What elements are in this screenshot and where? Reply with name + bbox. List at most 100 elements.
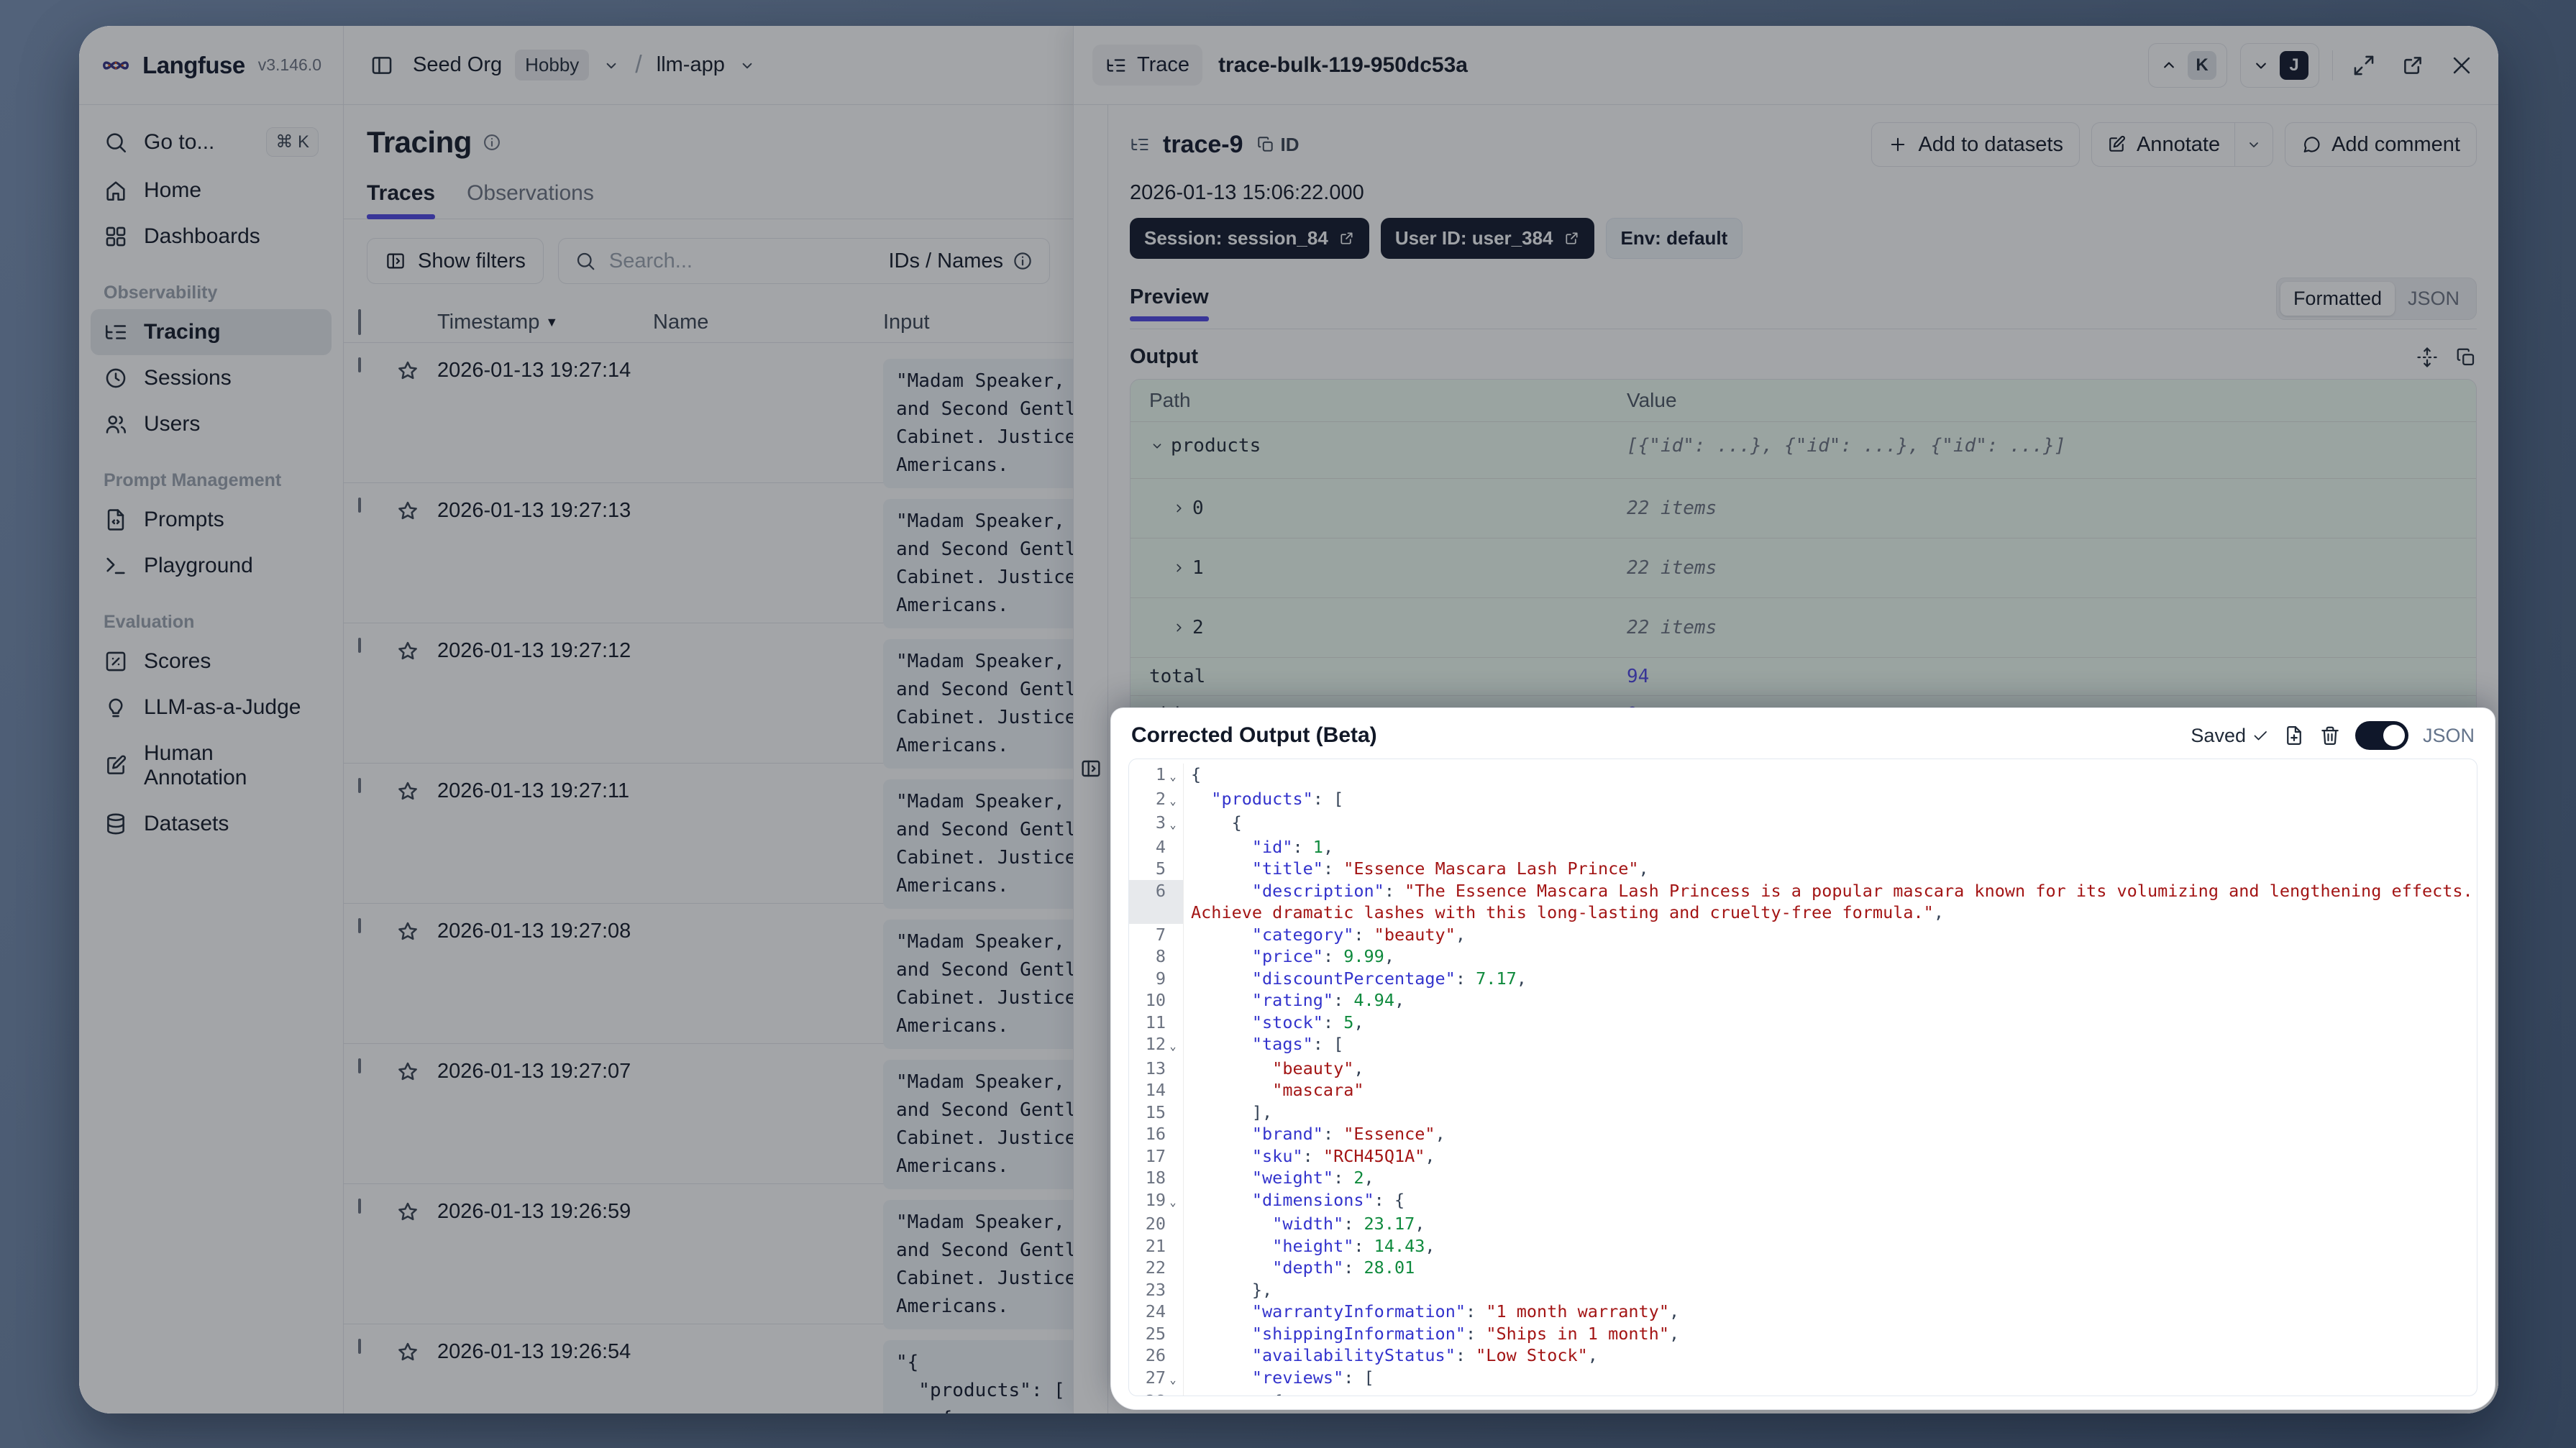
editor-line[interactable]: 20 "width": 23.17, xyxy=(1129,1213,2477,1235)
editor-line[interactable]: 27 ⌄ "reviews": [ xyxy=(1129,1366,2477,1390)
row-checkbox[interactable] xyxy=(358,1058,361,1073)
editor-gutter[interactable]: 28⌄ xyxy=(1129,1390,1184,1396)
sidebar-item-playground[interactable]: Playground xyxy=(91,543,332,589)
editor-line[interactable]: 28⌄ { xyxy=(1129,1390,2477,1396)
tab-observations[interactable]: Observations xyxy=(467,181,594,219)
editor-line[interactable]: 26 "availabilityStatus": "Low Stock", xyxy=(1129,1344,2477,1367)
editor-line[interactable]: 13 "beauty", xyxy=(1129,1057,2477,1079)
editor-line[interactable]: 16 "brand": "Essence", xyxy=(1129,1123,2477,1145)
editor-line[interactable]: 24 "warrantyInformation": "1 month warra… xyxy=(1129,1301,2477,1323)
format-formatted-option[interactable]: Formatted xyxy=(2280,282,2395,316)
expand-view-button[interactable] xyxy=(2346,47,2382,83)
row-checkbox[interactable] xyxy=(358,1339,361,1354)
unfold-vertical-icon[interactable] xyxy=(2416,347,2438,368)
editor-line[interactable]: 4 "id": 1, xyxy=(1129,835,2477,858)
sidebar-item-tracing[interactable]: Tracing xyxy=(91,309,332,355)
editor-line[interactable]: 15 ], xyxy=(1129,1101,2477,1123)
input-column-header[interactable]: Input xyxy=(883,311,1073,334)
fold-chevron-icon[interactable]: ⌄ xyxy=(1166,1390,1180,1396)
org-chevron-down-icon[interactable] xyxy=(602,56,621,75)
project-name[interactable]: llm-app xyxy=(657,53,725,77)
editor-line[interactable]: 3 ⌄ { xyxy=(1129,812,2477,836)
name-column-header[interactable]: Name xyxy=(653,311,883,334)
copy-icon[interactable] xyxy=(2455,347,2477,368)
editor-line[interactable]: 17 "sku": "RCH45Q1A", xyxy=(1129,1145,2477,1167)
row-checkbox[interactable] xyxy=(358,1199,361,1214)
output-path[interactable]: products xyxy=(1149,435,1627,457)
sidebar-item-sessions[interactable]: Sessions xyxy=(91,355,332,401)
editor-line[interactable]: 5 "title": "Essence Mascara Lash Prince"… xyxy=(1129,858,2477,880)
org-name[interactable]: Seed Org xyxy=(413,53,502,77)
star-icon[interactable] xyxy=(396,499,420,523)
sidebar-item-llm-as-a-judge[interactable]: LLM-as-a-Judge xyxy=(91,684,332,730)
editor-line[interactable]: 9 "discountPercentage": 7.17, xyxy=(1129,967,2477,989)
search-input[interactable]: Search... IDs / Names xyxy=(557,238,1050,284)
editor-line[interactable]: 10 "rating": 4.94, xyxy=(1129,989,2477,1012)
trace-table-row[interactable]: 2026-01-13 19:27:13 "Madam Speaker, Mada… xyxy=(344,483,1073,681)
project-chevron-down-icon[interactable] xyxy=(738,56,757,75)
editor-line[interactable]: 21 "height": 14.43, xyxy=(1129,1234,2477,1257)
sidebar-item-scores[interactable]: Scores xyxy=(91,638,332,684)
editor-line[interactable]: 14 "mascara" xyxy=(1129,1079,2477,1101)
editor-gutter[interactable]: 2 ⌄ xyxy=(1129,787,1184,812)
editor-line[interactable]: 8 "price": 9.99, xyxy=(1129,945,2477,968)
row-checkbox[interactable] xyxy=(358,638,361,653)
star-icon[interactable] xyxy=(396,1340,420,1365)
editor-gutter[interactable]: 27 ⌄ xyxy=(1129,1366,1184,1390)
editor-line[interactable]: 12 ⌄ "tags": [ xyxy=(1129,1033,2477,1058)
editor-line[interactable]: 22 "depth": 28.01 xyxy=(1129,1257,2477,1279)
editor-line[interactable]: 18 "weight": 2, xyxy=(1129,1167,2477,1189)
search-mode-select[interactable]: IDs / Names xyxy=(888,249,1033,273)
select-all-checkbox[interactable] xyxy=(358,309,361,335)
add-comment-button[interactable]: Add comment xyxy=(2285,122,2477,167)
fold-chevron-icon[interactable]: ⌄ xyxy=(1166,1033,1180,1058)
star-icon[interactable] xyxy=(396,920,420,944)
sidebar-item-datasets[interactable]: Datasets xyxy=(91,801,332,847)
row-checkbox[interactable] xyxy=(358,498,361,513)
sidebar-item-human-annotation[interactable]: Human Annotation xyxy=(91,730,332,801)
editor-line[interactable]: 2 ⌄ "products": [ xyxy=(1129,787,2477,812)
tab-traces[interactable]: Traces xyxy=(367,181,436,219)
goto-search[interactable]: Go to... ⌘ K xyxy=(91,116,332,168)
fold-chevron-icon[interactable]: ⌄ xyxy=(1166,1189,1180,1214)
row-checkbox[interactable] xyxy=(358,357,361,372)
row-checkbox[interactable] xyxy=(358,918,361,933)
timestamp-column-header[interactable]: Timestamp xyxy=(437,311,539,334)
trace-table-row[interactable]: 2026-01-13 19:26:59 "Madam Speaker, Mada… xyxy=(344,1184,1073,1382)
editor-line[interactable]: 1 ⌄ { xyxy=(1129,764,2477,788)
fold-chevron-icon[interactable]: ⌄ xyxy=(1166,812,1180,836)
star-icon[interactable] xyxy=(396,1060,420,1084)
sidebar-item-dashboards[interactable]: Dashboards xyxy=(91,214,332,260)
show-filters-button[interactable]: Show filters xyxy=(367,238,544,284)
editor-line[interactable]: 11 "stock": 5, xyxy=(1129,1011,2477,1033)
editor-line[interactable]: 23 }, xyxy=(1129,1278,2477,1301)
editor-line[interactable]: 25 "shippingInformation": "Ships in 1 mo… xyxy=(1129,1322,2477,1344)
editor-gutter[interactable]: 12 ⌄ xyxy=(1129,1033,1184,1058)
output-row-2[interactable]: 2 22 items xyxy=(1131,598,2476,658)
star-icon[interactable] xyxy=(396,1200,420,1224)
trace-table-row[interactable]: 2026-01-13 19:27:07 "Madam Speaker, Mada… xyxy=(344,1044,1073,1242)
fold-chevron-icon[interactable]: ⌄ xyxy=(1166,788,1180,812)
editor-gutter[interactable]: 19 ⌄ xyxy=(1129,1188,1184,1214)
fold-chevron-icon[interactable]: ⌄ xyxy=(1166,764,1180,788)
star-icon[interactable] xyxy=(396,359,420,383)
open-tree-panel-button[interactable] xyxy=(1079,124,1102,1413)
sidebar-item-users[interactable]: Users xyxy=(91,401,332,447)
output-row-1[interactable]: 1 22 items xyxy=(1131,539,2476,598)
output-row-products[interactable]: products [{"id": ...}, {"id": ...}, {"id"… xyxy=(1131,422,2476,479)
open-in-new-button[interactable] xyxy=(2395,47,2431,83)
output-row-0[interactable]: 0 22 items xyxy=(1131,479,2476,539)
trace-badge[interactable]: Session: session_84 xyxy=(1130,218,1369,259)
format-json-option[interactable]: JSON xyxy=(2395,282,2472,316)
add-to-datasets-button[interactable]: Add to datasets xyxy=(1871,122,2080,167)
collapse-sidebar-button[interactable] xyxy=(364,47,400,83)
trash-icon[interactable] xyxy=(2319,725,2341,746)
trace-table-row[interactable]: 2026-01-13 19:27:14 "Madam Speaker, Mada… xyxy=(344,343,1073,541)
trace-table-row[interactable]: 2026-01-13 19:27:12 "Madam Speaker, Mada… xyxy=(344,623,1073,821)
sidebar-item-prompts[interactable]: Prompts xyxy=(91,497,332,543)
output-path[interactable]: 1 xyxy=(1149,557,1627,579)
star-icon[interactable] xyxy=(396,779,420,804)
star-icon[interactable] xyxy=(396,639,420,664)
sidebar-item-home[interactable]: Home xyxy=(91,168,332,214)
json-editor[interactable]: 1 ⌄{2 ⌄ "products": [3 ⌄ {4 "id": 1, 5 "titl… xyxy=(1128,759,2477,1396)
